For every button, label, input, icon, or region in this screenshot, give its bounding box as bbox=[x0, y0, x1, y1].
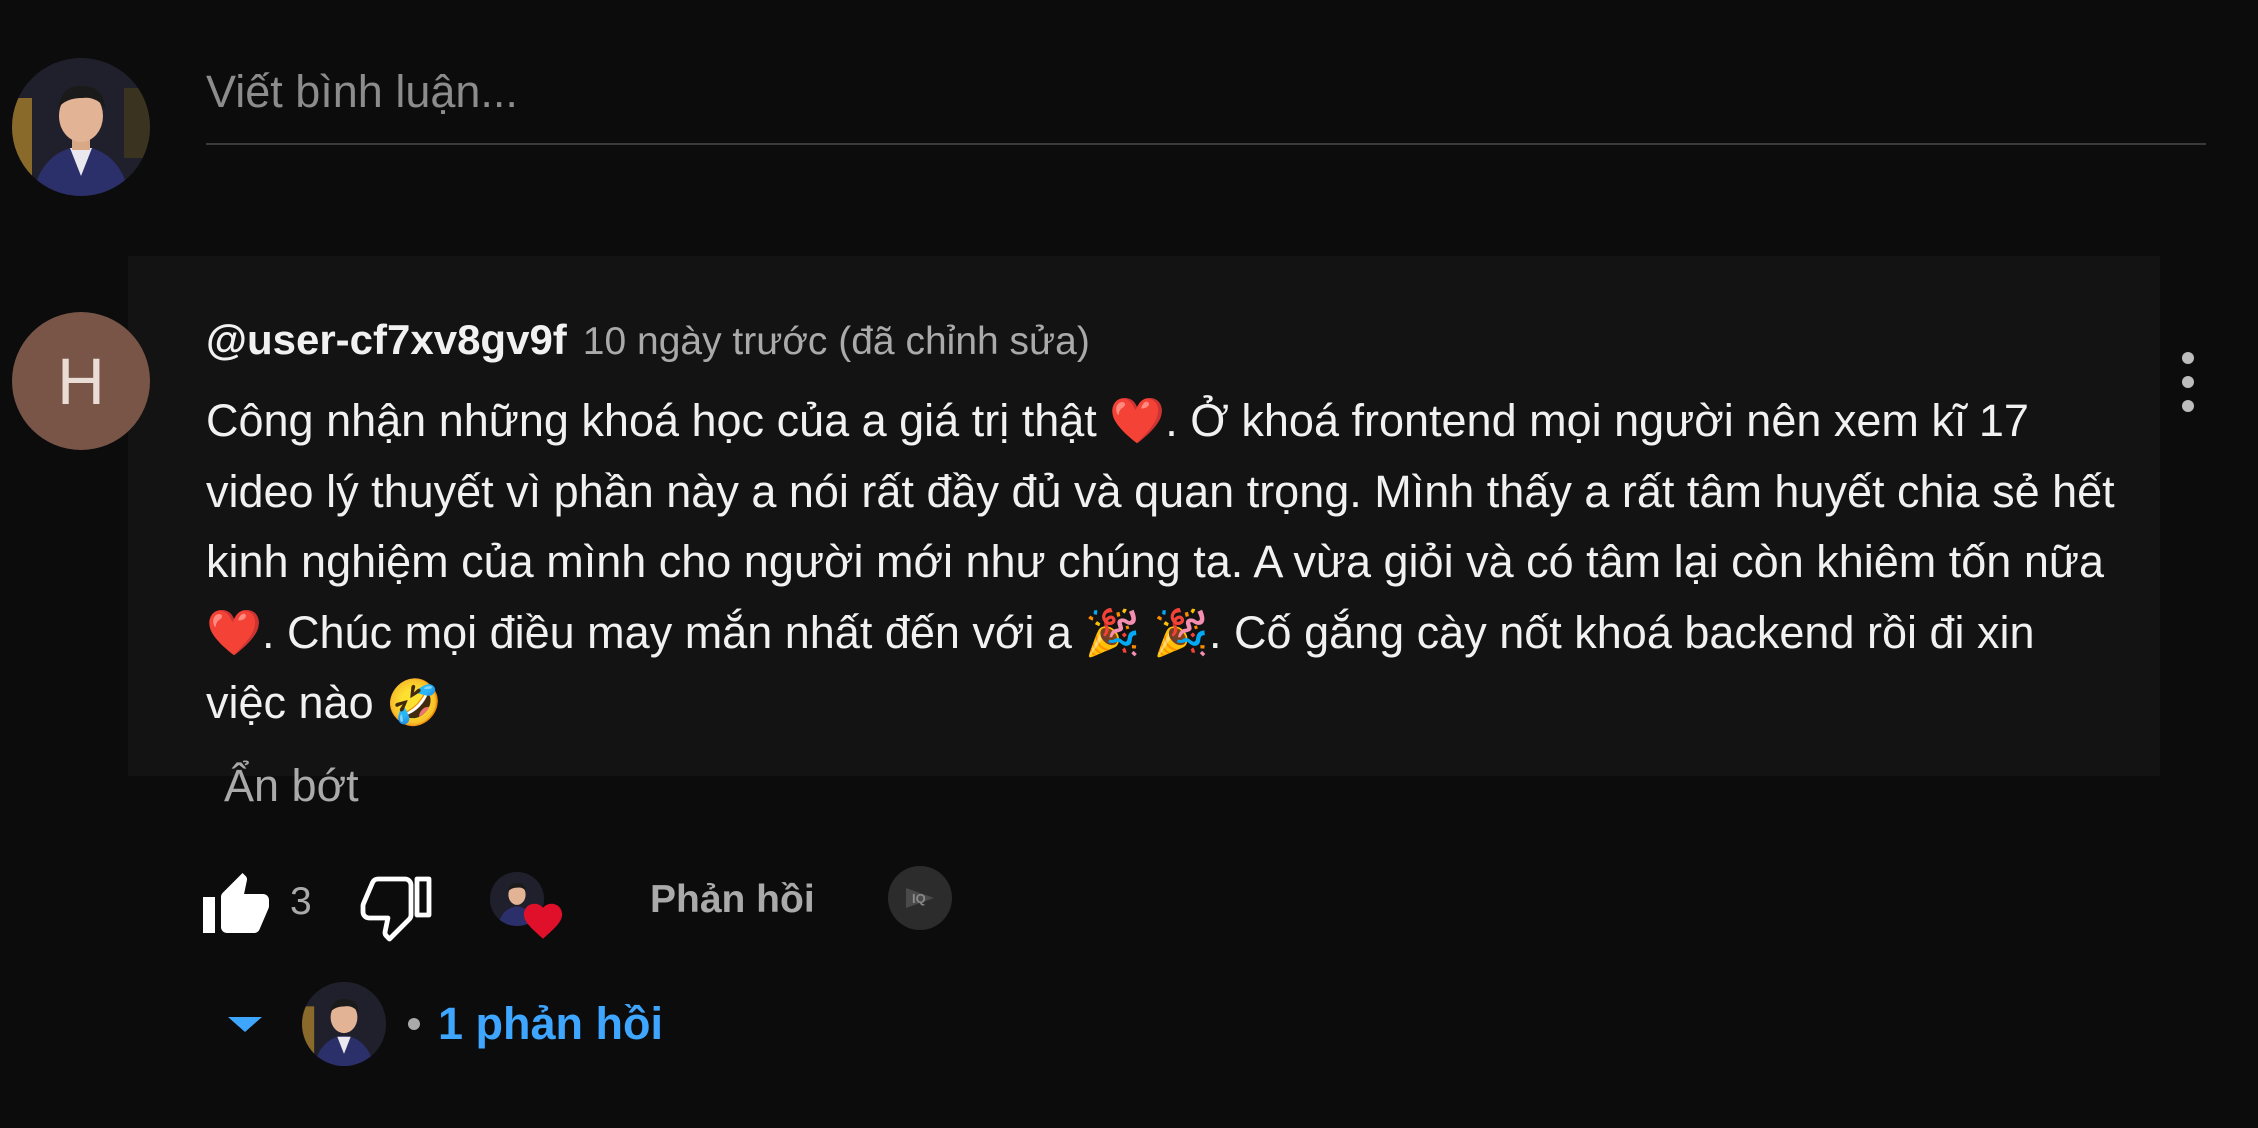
chevron-down-icon bbox=[228, 1016, 262, 1032]
heart-emoji: ❤️ bbox=[206, 605, 263, 659]
separator-dot bbox=[408, 1018, 420, 1030]
iq-extension-button[interactable]: IQ bbox=[888, 866, 952, 930]
reply-author-avatar bbox=[302, 982, 386, 1066]
view-replies-toggle[interactable]: 1 phản hồi bbox=[228, 982, 663, 1066]
comment-text: Công nhận những khoá học của a giá trị t… bbox=[206, 386, 2126, 739]
thumbs-up-icon[interactable] bbox=[200, 870, 272, 942]
reply-button[interactable]: Phản hồi bbox=[650, 878, 815, 922]
comment-text-part: Công nhận những khoá học của a giá trị t… bbox=[206, 395, 1110, 446]
read-less-link[interactable]: Ẩn bớt bbox=[224, 760, 359, 812]
comment-text-part: . Chúc mọi điều may mắn nhất đến với a bbox=[262, 606, 1085, 658]
replies-count-label[interactable]: 1 phản hồi bbox=[438, 998, 663, 1050]
more-vert-icon[interactable] bbox=[2176, 352, 2200, 412]
like-count: 3 bbox=[290, 880, 312, 923]
comment-input[interactable]: Viết bình luận... bbox=[206, 62, 2206, 122]
creator-heart-icon[interactable] bbox=[490, 872, 568, 950]
comment-timestamp[interactable]: 10 ngày trước (đã chỉnh sửa) bbox=[583, 320, 1090, 364]
heart-icon bbox=[523, 903, 563, 939]
comment-input-underline bbox=[206, 143, 2206, 145]
party-popper-emoji: 🎉 bbox=[1084, 605, 1141, 659]
iq-label: IQ bbox=[912, 891, 926, 906]
commenter-avatar[interactable]: H bbox=[12, 312, 150, 450]
comment-header: @user-cf7xv8gv9f 10 ngày trước (đã chỉnh… bbox=[206, 316, 1090, 372]
laughing-emoji: 🤣 bbox=[386, 676, 443, 729]
heart-emoji: ❤️ bbox=[1109, 394, 1166, 447]
comment-author[interactable]: @user-cf7xv8gv9f bbox=[206, 316, 567, 364]
current-user-avatar bbox=[12, 58, 150, 196]
party-popper-emoji: 🎉 bbox=[1153, 605, 1210, 659]
thumbs-down-icon[interactable] bbox=[360, 870, 432, 942]
